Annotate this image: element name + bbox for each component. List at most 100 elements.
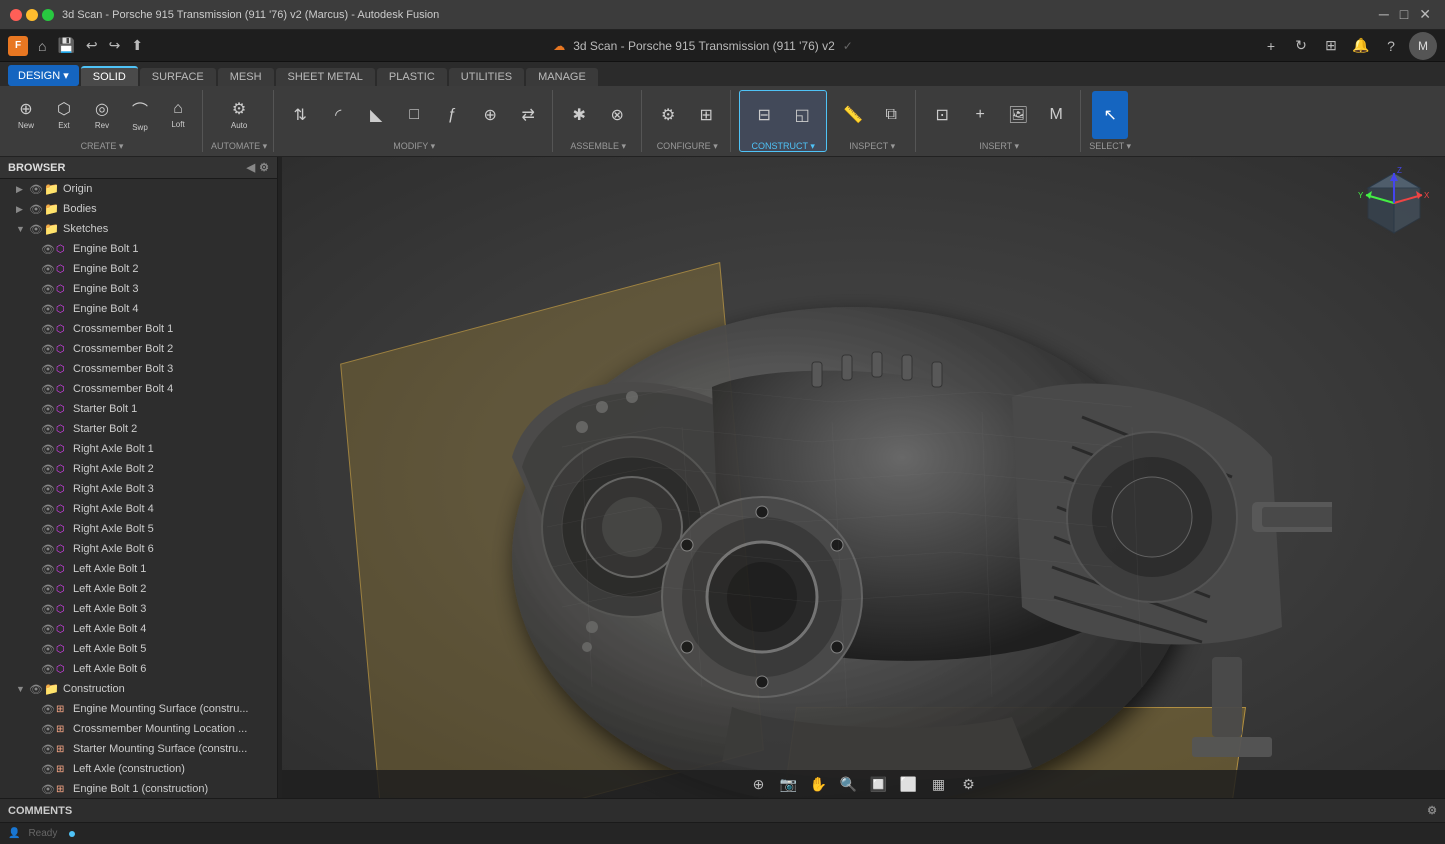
rab1-eye[interactable]: 👁 [40,443,56,456]
display-mode-btn[interactable]: ⬜ [897,772,921,796]
lac-eye[interactable]: 👁 [40,763,56,776]
rab6-eye[interactable]: 👁 [40,543,56,556]
rab3-eye[interactable]: 👁 [40,483,56,496]
select-btn[interactable]: ↖ [1092,91,1128,139]
joint-btn[interactable]: ✱ [561,91,597,139]
browser-item-starter-bolt-1[interactable]: ▶ 👁 ⬡ Starter Bolt 1 [0,399,277,419]
browser-item-left-axle-bolt-3[interactable]: ▶ 👁 ⬡ Left Axle Bolt 3 [0,599,277,619]
refresh-btn[interactable]: ↻ [1289,34,1313,58]
insert-mesh-btn[interactable]: ⊡ [924,91,960,139]
analysis-btn[interactable]: ⧉ [873,91,909,139]
comments-settings-icon[interactable]: ⚙ [1427,804,1437,817]
lab6-eye[interactable]: 👁 [40,663,56,676]
automate-btn[interactable]: ⚙ Auto [221,91,257,139]
lab4-eye[interactable]: 👁 [40,623,56,636]
offset-plane-btn[interactable]: ⊟ [746,91,782,139]
tab-surface[interactable]: SURFACE [140,68,216,86]
ebc-eye[interactable]: 👁 [40,783,56,796]
combine-btn[interactable]: ⊕ [472,91,508,139]
design-button[interactable]: DESIGN ▾ [8,65,79,86]
browser-item-crossmember-bolt-1[interactable]: ▶ 👁 ⬡ Crossmember Bolt 1 [0,319,277,339]
browser-item-engine-bolt-3[interactable]: ▶ 👁 ⬡ Engine Bolt 3 [0,279,277,299]
lab5-eye[interactable]: 👁 [40,643,56,656]
fit-btn[interactable]: 🔲 [867,772,891,796]
browser-item-engine-bolt-2[interactable]: ▶ 👁 ⬡ Engine Bolt 2 [0,259,277,279]
maximize-icon[interactable]: □ [1396,6,1412,23]
rab4-eye[interactable]: 👁 [40,503,56,516]
browser-item-starter-bolt-2[interactable]: ▶ 👁 ⬡ Starter Bolt 2 [0,419,277,439]
sweep-btn[interactable]: ⌒ Swp [122,91,158,139]
eb3-eye[interactable]: 👁 [40,283,56,296]
tab-sheet-metal[interactable]: SHEET METAL [276,68,375,86]
viewport[interactable]: X Y Z ⊕ 📷 ✋ 🔍 🔲 ⬜ ▦ ⚙ [282,157,1445,798]
sb2-eye[interactable]: 👁 [40,423,56,436]
sb1-eye[interactable]: 👁 [40,403,56,416]
tab-mesh[interactable]: MESH [218,68,274,86]
eb4-eye[interactable]: 👁 [40,303,56,316]
add-tab-btn[interactable]: + [1259,34,1283,58]
browser-item-crossmember-bolt-2[interactable]: ▶ 👁 ⬡ Crossmember Bolt 2 [0,339,277,359]
measure-btn[interactable]: 📏 [835,91,871,139]
browser-item-crossmember-mounting[interactable]: ▶ 👁 ⊞ Crossmember Mounting Location ... [0,719,277,739]
configure-btn[interactable]: ⚙ [650,91,686,139]
cm-eye[interactable]: 👁 [40,723,56,736]
browser-item-right-axle-bolt-3[interactable]: ▶ 👁 ⬡ Right Axle Bolt 3 [0,479,277,499]
browser-item-engine-bolt-1-construction[interactable]: ▶ 👁 ⊞ Engine Bolt 1 (construction) [0,779,277,798]
window-max-btn[interactable] [42,9,54,21]
extrude-btn[interactable]: ⬡ Ext [46,91,82,139]
motion-link-btn[interactable]: ⊗ [599,91,635,139]
press-pull-btn[interactable]: ⇅ [282,91,318,139]
browser-item-bodies[interactable]: ▶ 👁 📁 Bodies [0,199,277,219]
chamfer-btn[interactable]: ◣ [358,91,394,139]
cb4-eye[interactable]: 👁 [40,383,56,396]
undo-icon[interactable]: ↩ [82,35,102,56]
browser-item-starter-mounting[interactable]: ▶ 👁 ⊞ Starter Mounting Surface (constru.… [0,739,277,759]
tab-manage[interactable]: MANAGE [526,68,598,86]
fillet-btn[interactable]: ◜ [320,91,356,139]
browser-item-left-axle-bolt-4[interactable]: ▶ 👁 ⬡ Left Axle Bolt 4 [0,619,277,639]
grid-view-btn[interactable]: ⊞ [1319,34,1343,58]
browser-item-right-axle-bolt-5[interactable]: ▶ 👁 ⬡ Right Axle Bolt 5 [0,519,277,539]
browser-item-sketches[interactable]: ▼ 👁 📁 Sketches [0,219,277,239]
browser-item-crossmember-bolt-4[interactable]: ▶ 👁 ⬡ Crossmember Bolt 4 [0,379,277,399]
rab2-eye[interactable]: 👁 [40,463,56,476]
save-icon[interactable]: 💾 [53,35,78,56]
browser-item-crossmember-bolt-3[interactable]: ▶ 👁 ⬡ Crossmember Bolt 3 [0,359,277,379]
rab5-eye[interactable]: 👁 [40,523,56,536]
browser-item-left-axle-bolt-5[interactable]: ▶ 👁 ⬡ Left Axle Bolt 5 [0,639,277,659]
bodies-eye[interactable]: 👁 [28,203,44,216]
browser-item-left-axle-bolt-1[interactable]: ▶ 👁 ⬡ Left Axle Bolt 1 [0,559,277,579]
configure2-btn[interactable]: ⊞ [688,91,724,139]
eb2-eye[interactable]: 👁 [40,263,56,276]
replace-btn[interactable]: ⇄ [510,91,546,139]
browser-item-right-axle-bolt-6[interactable]: ▶ 👁 ⬡ Right Axle Bolt 6 [0,539,277,559]
lab2-eye[interactable]: 👁 [40,583,56,596]
browser-left-arrow[interactable]: ◀ [247,161,255,174]
help-btn[interactable]: ? [1379,34,1403,58]
angle-plane-btn[interactable]: ◱ [784,91,820,139]
browser-item-engine-bolt-4[interactable]: ▶ 👁 ⬡ Engine Bolt 4 [0,299,277,319]
browser-settings-icon[interactable]: ⚙ [259,161,269,174]
revolve-btn[interactable]: ◎ Rev [84,91,120,139]
zoom-btn[interactable]: 🔍 [837,772,861,796]
tab-solid[interactable]: SOLID [81,66,138,86]
sketches-eye[interactable]: 👁 [28,223,44,236]
cb3-eye[interactable]: 👁 [40,363,56,376]
browser-item-right-axle-bolt-4[interactable]: ▶ 👁 ⬡ Right Axle Bolt 4 [0,499,277,519]
pan-btn[interactable]: ✋ [807,772,831,796]
new-component-btn[interactable]: ⊕ New [8,91,44,139]
upload-icon[interactable]: ⬆ [127,35,147,56]
construction-eye[interactable]: 👁 [28,683,44,696]
browser-item-left-axle-construction[interactable]: ▶ 👁 ⊞ Left Axle (construction) [0,759,277,779]
window-min-btn[interactable] [26,9,38,21]
browser-item-construction[interactable]: ▼ 👁 📁 Construction [0,679,277,699]
notification-btn[interactable]: 🔔 [1349,34,1373,58]
camera-btn[interactable]: 📷 [777,772,801,796]
sm-eye[interactable]: 👁 [40,743,56,756]
visual-style-btn[interactable]: ▦ [927,772,951,796]
lab1-eye[interactable]: 👁 [40,563,56,576]
eb1-eye[interactable]: 👁 [40,243,56,256]
insert-decal-btn[interactable]: 🖼 [1000,91,1036,139]
insert-svg-btn[interactable]: + [962,91,998,139]
browser-item-left-axle-bolt-6[interactable]: ▶ 👁 ⬡ Left Axle Bolt 6 [0,659,277,679]
